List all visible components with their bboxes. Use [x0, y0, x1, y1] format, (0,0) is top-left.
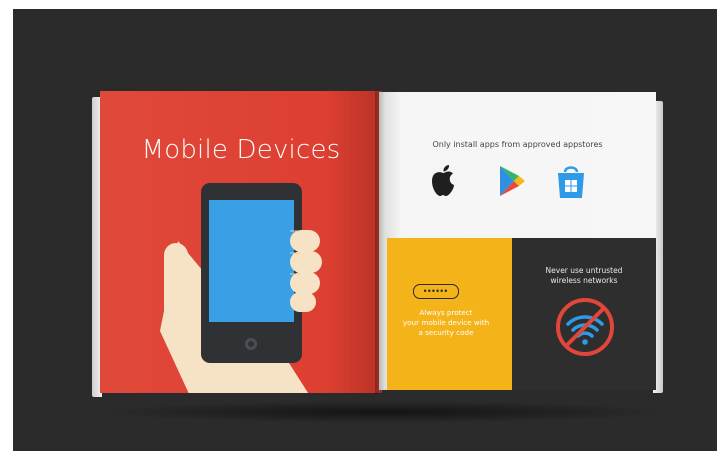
- backdrop: Mobile Devices Only install apps from ap…: [13, 9, 717, 451]
- left-page: Mobile Devices: [100, 91, 382, 393]
- passcode-dots: ••••••: [423, 286, 449, 296]
- apple-icon: [432, 165, 454, 196]
- security-line-2: your mobile device with: [402, 318, 490, 327]
- security-line-1: Always protect: [419, 308, 473, 317]
- wifi-warning-text: Never use untrusted wireless networks: [512, 266, 656, 286]
- wifi-line-1: Never use untrusted: [545, 266, 623, 275]
- security-line-3: a security code: [418, 328, 474, 337]
- untrusted-wifi-panel: Never use untrusted wireless networks: [512, 238, 656, 390]
- windows-store-icon: [558, 166, 584, 198]
- phone-in-hand-illustration: [160, 183, 322, 393]
- wifi-line-2: wireless networks: [550, 276, 618, 285]
- book-shadow: [95, 401, 675, 423]
- security-code-text: Always protect your mobile device with a…: [391, 308, 501, 338]
- book-spine: [375, 91, 385, 394]
- security-code-panel: •••••• Always protect your mobile device…: [387, 238, 512, 390]
- right-page: Only install apps from approved appstore…: [379, 92, 656, 390]
- appstore-icons: [379, 164, 656, 208]
- fingers: [290, 230, 322, 312]
- google-play-icon: [500, 166, 525, 196]
- passcode-field-icon: ••••••: [413, 284, 459, 299]
- appstore-heading: Only install apps from approved appstore…: [432, 140, 603, 149]
- smartphone: [201, 183, 302, 363]
- no-wifi-icon: [556, 298, 614, 356]
